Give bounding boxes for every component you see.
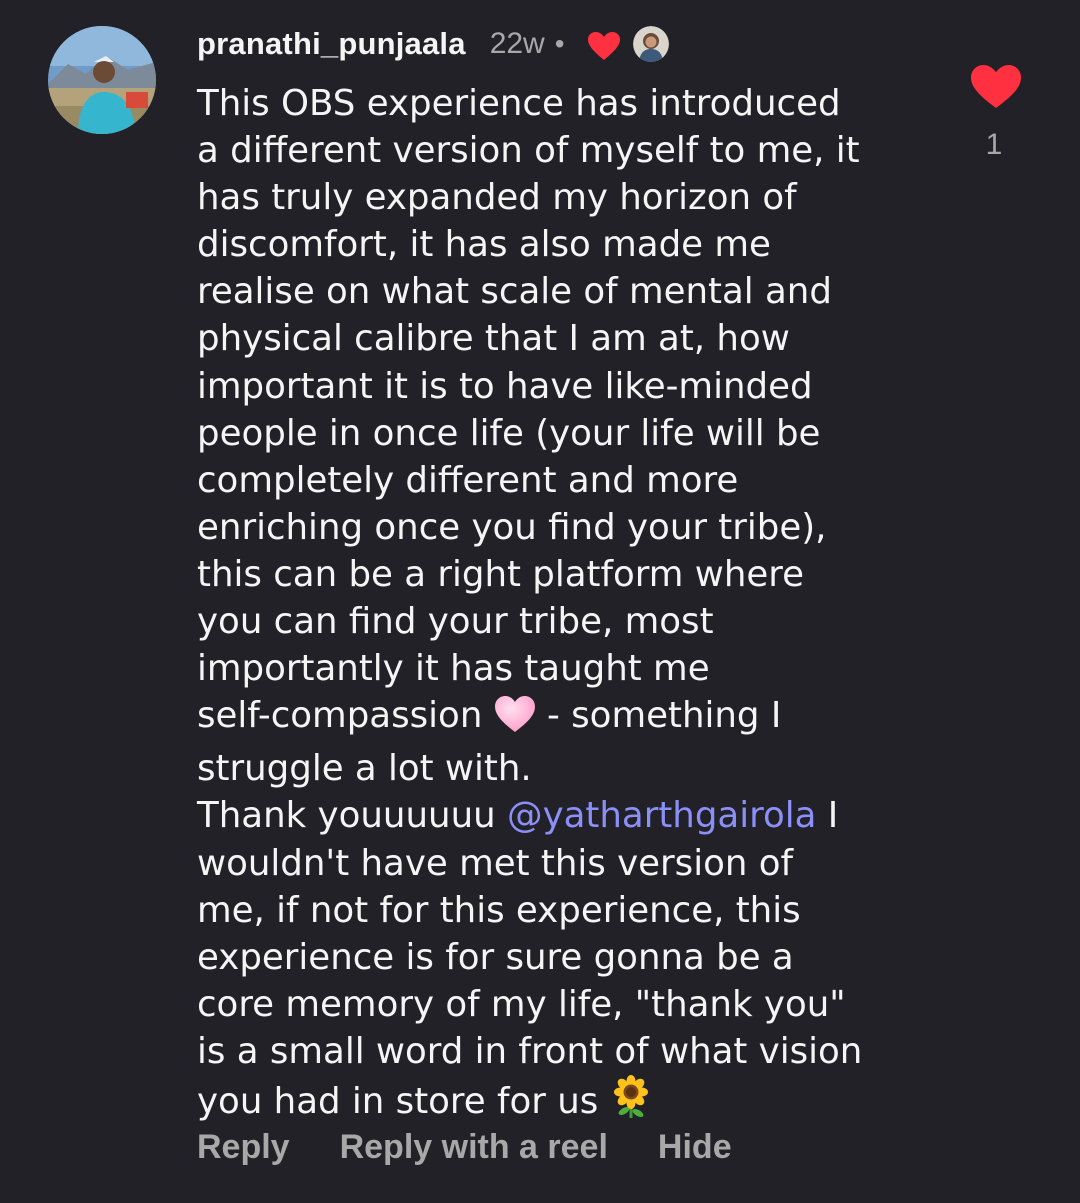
comment-text: - something I xyxy=(535,695,782,737)
comment-line: importantly it has taught me xyxy=(197,648,710,690)
sunflower-emoji xyxy=(610,1074,652,1131)
comment-text: you had in store for us xyxy=(197,1080,610,1122)
reply-with-reel-button[interactable]: Reply with a reel xyxy=(340,1128,608,1167)
comment-line: struggle a lot with. xyxy=(197,748,532,790)
comment-body: This OBS experience has introduced a dif… xyxy=(197,80,957,1131)
like-count: 1 xyxy=(985,128,1003,161)
comment-line: discomfort, it has also made me xyxy=(197,224,771,266)
mention-link[interactable]: @yatharthgairola xyxy=(507,795,816,836)
comment-line: core memory of my life, "thank you" xyxy=(197,983,846,1025)
comment-line: a different version of myself to me, it xyxy=(197,130,860,172)
comment-line: wouldn't have met this version of xyxy=(197,842,794,884)
comment-line: important it is to have like-minded xyxy=(197,365,813,407)
comment-line: physical calibre that I am at, how xyxy=(197,318,790,360)
comment-header: pranathi_punjaala 22w • xyxy=(197,22,669,66)
comment-line: you had in store for us xyxy=(197,1074,957,1131)
comment-line: you can find your tribe, most xyxy=(197,601,714,643)
comment-line: completely different and more xyxy=(197,459,739,501)
like-button[interactable] xyxy=(970,64,1022,110)
separator-dot: • xyxy=(554,28,565,59)
creator-avatar xyxy=(632,26,669,62)
username[interactable]: pranathi_punjaala xyxy=(197,26,466,62)
heart-icon xyxy=(971,65,1021,108)
comment-line: This OBS experience has introduced xyxy=(197,83,841,124)
comment-text: Thank youuuuuu xyxy=(197,795,507,837)
comment-line: enriching once you find your tribe), xyxy=(197,506,827,548)
comment-line: Thank youuuuuu @yatharthgairola I xyxy=(197,792,957,839)
hide-button[interactable]: Hide xyxy=(658,1128,732,1167)
avatar[interactable] xyxy=(48,26,156,134)
comment-actions: Reply Reply with a reel Hide xyxy=(197,1128,732,1167)
pink-heart-emoji xyxy=(494,695,536,745)
timestamp: 22w xyxy=(489,27,545,60)
comment-line: is a small word in front of what vision xyxy=(197,1030,863,1072)
comment-line: self-compassion - something I xyxy=(197,692,957,745)
creator-liked-heart-icon xyxy=(587,31,621,61)
comment-line: this can be a right platform where xyxy=(197,553,804,595)
comment-line: realise on what scale of mental and xyxy=(197,271,832,313)
comment-line: experience is for sure gonna be a xyxy=(197,936,794,978)
comment-line: has truly expanded my horizon of xyxy=(197,177,797,219)
comment-line: people in once life (your life will be xyxy=(197,412,821,454)
comment-text: I xyxy=(816,795,839,837)
reply-button[interactable]: Reply xyxy=(197,1128,290,1167)
comment-line: me, if not for this experience, this xyxy=(197,889,801,931)
comment-text: self-compassion xyxy=(197,695,494,737)
